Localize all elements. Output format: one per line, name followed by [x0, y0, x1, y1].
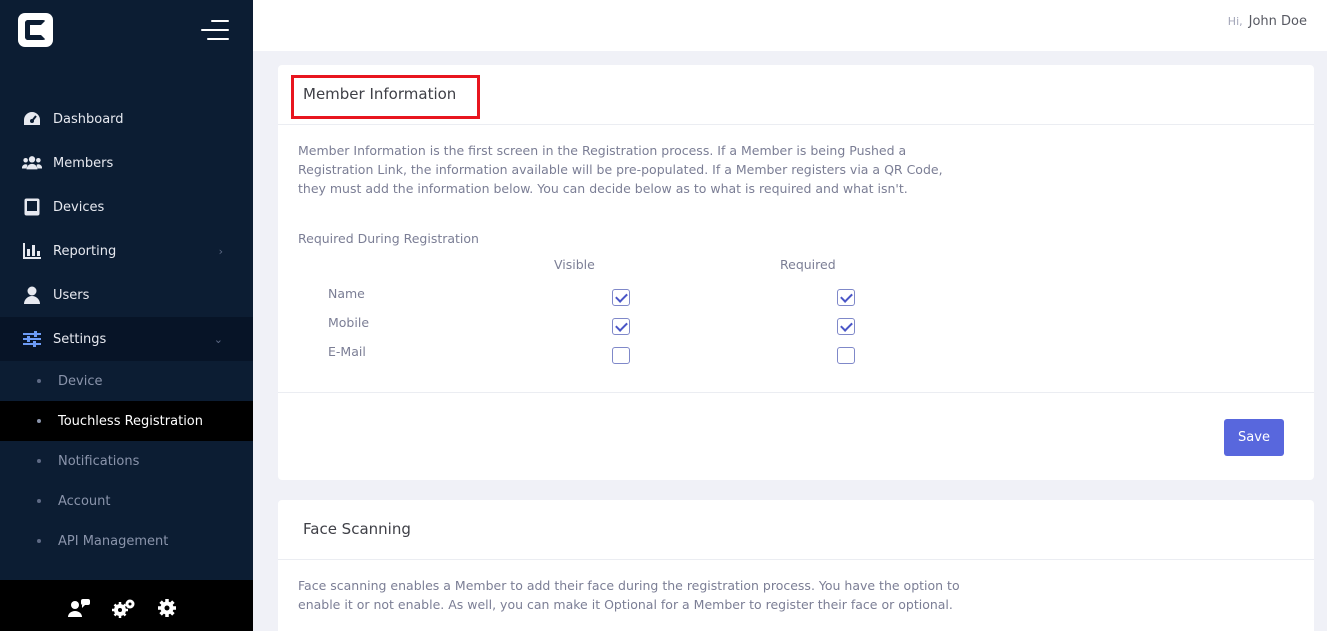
bullet-icon	[37, 419, 41, 423]
sidebar-item-label: Dashboard	[53, 111, 124, 127]
sidebar-subitem-label: Touchless Registration	[58, 413, 203, 429]
card-description: Face scanning enables a Member to add th…	[298, 578, 960, 612]
users-icon	[22, 153, 42, 173]
sidebar-subitem-label: API Management	[58, 533, 169, 549]
column-header-required: Required	[780, 257, 836, 272]
sidebar-footer	[0, 580, 253, 631]
greeting-text: Hi,	[1227, 15, 1243, 28]
user-chat-icon[interactable]	[68, 598, 90, 618]
sidebar-subitem-label: Account	[58, 493, 111, 509]
card-title: Face Scanning	[303, 520, 411, 538]
gears-icon[interactable]	[112, 598, 135, 618]
mobile-required-checkbox[interactable]	[837, 318, 855, 335]
sliders-icon	[22, 329, 42, 349]
user-greeting[interactable]: Hi, John Doe	[1228, 14, 1307, 29]
bullet-icon	[37, 539, 41, 543]
tablet-icon	[22, 197, 42, 217]
card-divider	[278, 392, 1314, 393]
member-information-card: Member Information Member Information is…	[278, 65, 1314, 480]
sidebar-item-dashboard[interactable]: Dashboard	[0, 97, 253, 141]
card-header: Member Information	[278, 65, 1314, 125]
sidebar-subitem-label: Device	[58, 373, 103, 389]
field-label-mobile: Mobile	[328, 315, 370, 330]
mobile-visible-checkbox[interactable]	[612, 318, 630, 335]
sidebar-subitem-device[interactable]: Device	[0, 361, 253, 401]
bullet-icon	[37, 459, 41, 463]
sidebar-item-reporting[interactable]: Reporting ›	[0, 229, 253, 273]
name-visible-checkbox[interactable]	[612, 289, 630, 306]
card-title: Member Information	[303, 85, 457, 103]
gear-icon[interactable]	[157, 598, 179, 618]
sidebar-item-settings[interactable]: Settings ⌄	[0, 317, 253, 361]
sidebar-item-users[interactable]: Users	[0, 273, 253, 317]
user-name: John Doe	[1248, 14, 1307, 29]
app-logo[interactable]	[18, 13, 53, 47]
top-bar: Hi, John Doe	[253, 0, 1327, 51]
bullet-icon	[37, 499, 41, 503]
sidebar-subitem-account[interactable]: Account	[0, 481, 253, 521]
speedometer-icon	[22, 109, 42, 129]
sidebar-item-label: Reporting	[53, 243, 117, 259]
save-button[interactable]: Save	[1224, 419, 1284, 456]
card-header: Face Scanning	[278, 500, 1314, 560]
sidebar-item-label: Settings	[53, 331, 107, 347]
sidebar-item-members[interactable]: Members	[0, 141, 253, 185]
bullet-icon	[37, 379, 41, 383]
sidebar-subitem-notifications[interactable]: Notifications	[0, 441, 253, 481]
column-header-visible: Visible	[554, 257, 595, 272]
sidebar-subitem-touchless-registration[interactable]: Touchless Registration	[0, 401, 253, 441]
menu-toggle-icon[interactable]	[201, 20, 229, 42]
sidebar-item-label: Devices	[53, 199, 105, 215]
user-icon	[22, 285, 42, 305]
sidebar-item-label: Users	[53, 287, 90, 303]
chevron-down-icon: ⌄	[213, 332, 223, 346]
email-required-checkbox[interactable]	[837, 347, 855, 364]
field-label-name: Name	[328, 286, 365, 301]
field-label-email: E-Mail	[328, 344, 366, 359]
required-during-registration-label: Required During Registration	[298, 231, 479, 246]
face-scanning-card: Face Scanning Face scanning enables a Me…	[278, 500, 1314, 631]
chevron-right-icon: ›	[218, 244, 223, 258]
sidebar-item-label: Members	[53, 155, 114, 171]
sidebar-subitem-label: Notifications	[58, 453, 140, 469]
sidebar-item-devices[interactable]: Devices	[0, 185, 253, 229]
sidebar: Dashboard Members Devices Reporting › Us…	[0, 0, 253, 631]
name-required-checkbox[interactable]	[837, 289, 855, 306]
sidebar-subitem-api-management[interactable]: API Management	[0, 521, 253, 561]
bar-chart-icon	[22, 241, 42, 261]
email-visible-checkbox[interactable]	[612, 347, 630, 364]
card-description: Member Information is the first screen i…	[298, 143, 943, 196]
